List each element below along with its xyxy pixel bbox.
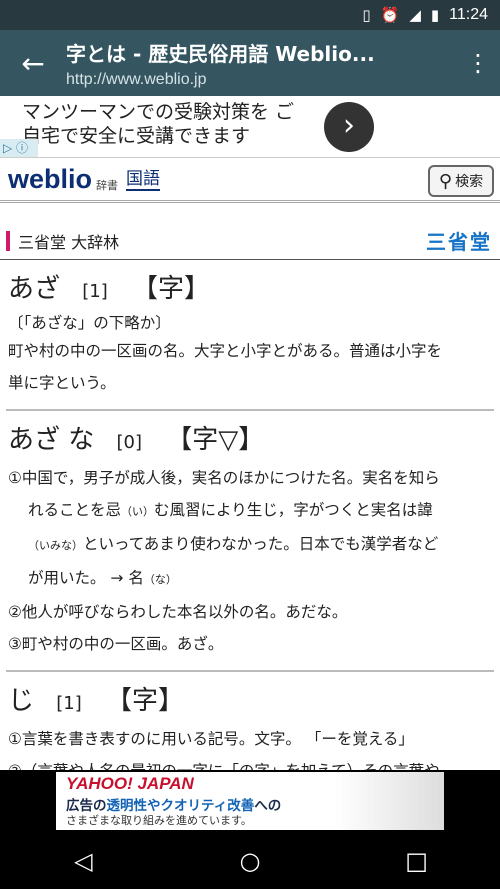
bottom-ad-headline: 広告の透明性やクオリティ改善への xyxy=(66,794,281,814)
definition-line: ②他人が呼びならわした本名以外の名。あだな。 xyxy=(8,603,348,621)
search-icon: ⚲ xyxy=(438,170,453,192)
overflow-menu-icon[interactable]: ⋮ xyxy=(456,51,500,75)
entry-azana: あざ な [0] 【字▽】 ①中国で，男子が成人後，実名のほかにつけた名。実名を… xyxy=(0,419,500,660)
definition-line: （いみな）といってあまり使わなかった。日本でも漢学者など xyxy=(8,528,492,562)
weblio-header: weblio 辞書 国語 ⚲ 検索 xyxy=(0,159,500,203)
dictionary-content: 三省堂 大辞林 三省堂 あざ [1] 【字】 〔「あざな」の下略か〕 町や村の中… xyxy=(0,222,500,770)
top-ad-line1: マンツーマンでの受験対策を ご xyxy=(22,101,295,123)
ruby-reading: （い） xyxy=(121,505,155,518)
bottom-ad-content[interactable]: YAHOO! JAPAN 広告の透明性やクオリティ改善への さまざまな取り組みを… xyxy=(56,772,444,830)
entry-accent: [0] xyxy=(116,432,143,453)
yahoo-logo: YAHOO! JAPAN xyxy=(66,774,194,793)
top-ad-banner[interactable]: マンツーマンでの受験対策を ご 自宅で安全に受講できます › ▷ ⓘ xyxy=(0,96,500,158)
chevron-right-icon[interactable]: › xyxy=(324,102,374,152)
definition-line: ①言葉を書き表すのに用いる記号。文字。 「ーを覚える」 xyxy=(8,730,414,748)
dictionary-link[interactable]: 国語 xyxy=(126,164,161,191)
page-title-block[interactable]: 字とは - 歴史民俗用語 Weblio... http://www.weblio… xyxy=(66,38,456,89)
entry-reading: じ xyxy=(8,686,35,716)
entry-etymology: 〔「あざな」の下略か〕 xyxy=(8,314,171,332)
battery-icon: ▮ xyxy=(430,6,440,24)
vibrate-icon: ▯ xyxy=(362,6,371,24)
weblio-logo[interactable]: weblio xyxy=(8,164,92,195)
entry-heading: じ [1] 【字】 xyxy=(8,680,492,717)
definition-text: れることを忌 xyxy=(28,501,122,519)
definition-line: ②（言葉や人名の最初の一字に「の字」を加えて）その言葉や xyxy=(8,755,492,770)
nav-home-icon[interactable]: ○ xyxy=(220,847,280,875)
top-ad-text: マンツーマンでの受験対策を ご 自宅で安全に受講できます xyxy=(22,100,322,148)
entry-aza: あざ [1] 【字】 〔「あざな」の下略か〕 町や村の中の一区画の名。大字と小字… xyxy=(0,268,500,399)
entry-divider xyxy=(6,409,494,411)
definition-line: ③町や村の中の一区画。あざ。 xyxy=(8,635,224,653)
entry-kanji: 【字】 xyxy=(106,686,185,716)
entry-accent: [1] xyxy=(56,693,82,714)
definition-line: 単に字という。 xyxy=(8,374,116,392)
source-name: 三省堂 大辞林 xyxy=(18,232,120,252)
page-title: 字とは - 歴史民俗用語 Weblio... xyxy=(66,41,375,66)
definition-text: といってあまり使わなかった。日本でも漢学者など xyxy=(83,535,439,553)
dictionary-source: 三省堂 大辞林 三省堂 xyxy=(0,222,500,260)
back-arrow-icon[interactable]: ← xyxy=(0,47,66,80)
entry-reading: あざ xyxy=(8,274,61,304)
entry-divider xyxy=(6,670,494,672)
app-bar: ← 字とは - 歴史民俗用語 Weblio... http://www.webl… xyxy=(0,30,500,96)
nav-back-icon[interactable]: ◁ xyxy=(53,847,113,875)
bottom-ad-banner[interactable]: YAHOO! JAPAN 広告の透明性やクオリティ改善への さまざまな取り組みを… xyxy=(0,770,500,832)
search-button[interactable]: ⚲ 検索 xyxy=(428,165,494,197)
entry-kanji: 【字▽】 xyxy=(166,425,265,455)
top-ad-line2: 自宅で安全に受講できます xyxy=(22,125,251,147)
entry-kanji: 【字】 xyxy=(132,274,211,304)
bottom-ad-subline: さまざまな取り組みを進めています。 xyxy=(66,814,252,827)
alarm-icon: ⏰ xyxy=(380,6,400,24)
source-accent-bar xyxy=(6,230,10,251)
definition-line: 町や村の中の一区画の名。大字と小字とがある。普通は小字を xyxy=(8,342,443,360)
ruby-reading: （な） xyxy=(143,573,177,586)
source-brand-logo[interactable]: 三省堂 xyxy=(426,226,492,255)
weblio-logo-sub: 辞書 xyxy=(96,178,119,192)
lte-signal-icon: ◢ xyxy=(409,6,421,24)
system-nav-bar: ◁ ○ □ xyxy=(0,832,500,889)
definition-line: が用いた。 → 名（な） xyxy=(8,562,492,596)
entry-heading: あざ な [0] 【字▽】 xyxy=(8,419,492,456)
status-time: 11:24 xyxy=(449,6,488,23)
entry-ji: じ [1] 【字】 ①言葉を書き表すのに用いる記号。文字。 「ーを覚える」 ②（… xyxy=(0,680,500,770)
search-button-label: 検索 xyxy=(455,174,484,190)
ruby-reading: （いみな） xyxy=(28,539,83,552)
bottom-ad-headline-c: への xyxy=(254,798,282,814)
page-url: http://www.weblio.jp xyxy=(66,70,207,88)
status-bar: ▯ ⏰ ◢ ▮ 11:24 xyxy=(0,0,500,30)
nav-recents-icon[interactable]: □ xyxy=(387,847,447,875)
ad-choices-icon[interactable]: ▷ ⓘ xyxy=(0,139,38,157)
entry-reading: あざ な xyxy=(8,425,95,455)
entry-heading: あざ [1] 【字】 xyxy=(8,268,492,305)
definition-line: ①中国で，男子が成人後，実名のほかにつけた名。実名を知ら xyxy=(8,469,440,487)
definition-line: れることを忌（い）む風習により生じ，字がつくと実名は諱 xyxy=(8,494,492,528)
definition-text: む風習により生じ，字がつくと実名は諱 xyxy=(154,501,433,519)
entry-accent: [1] xyxy=(82,281,108,302)
definition-text: が用いた。 → 名 xyxy=(28,569,144,587)
